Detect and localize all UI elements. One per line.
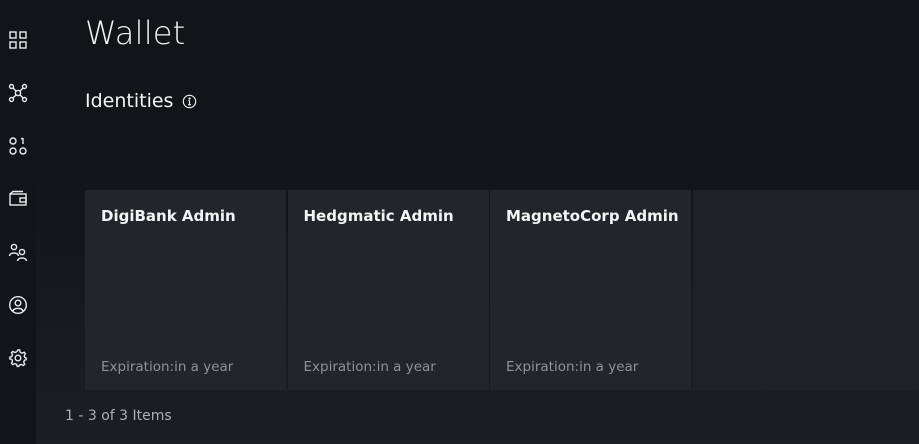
identity-tile-magnetocorp[interactable]: MagnetoCorp Admin Expiration:in a year — [490, 190, 691, 390]
nav-wallet[interactable] — [0, 181, 36, 217]
nav-dashboard[interactable] — [0, 22, 36, 58]
tiles-filler — [692, 190, 919, 390]
sidebar — [0, 0, 36, 444]
identity-name: DigiBank Admin — [101, 207, 236, 225]
identity-expiration: Expiration:in a year — [101, 359, 234, 375]
dashboard-icon — [9, 31, 27, 49]
wallet-icon — [9, 190, 27, 206]
identities-header: Identities — [85, 90, 197, 112]
identity-tile-digibank[interactable]: DigiBank Admin Expiration:in a year — [85, 190, 286, 390]
section-title: Identities — [85, 90, 174, 112]
info-icon[interactable] — [182, 94, 197, 109]
main-content: Wallet Identities DigiBank Admin Expirat… — [36, 0, 919, 444]
identity-name: MagnetoCorp Admin — [506, 207, 679, 225]
network-nodes-icon — [8, 83, 28, 103]
users-icon — [8, 243, 28, 262]
nav-nodes[interactable] — [0, 75, 36, 111]
nav-profile[interactable] — [0, 287, 36, 323]
identity-expiration: Expiration:in a year — [506, 359, 639, 375]
nav-users[interactable] — [0, 234, 36, 270]
settings-icon — [9, 349, 27, 368]
pagination-text: 1 - 3 of 3 Items — [65, 408, 172, 424]
identity-name: Hedgmatic Admin — [303, 207, 454, 225]
nav-smart-contracts[interactable] — [0, 128, 36, 164]
identity-tiles: DigiBank Admin Expiration:in a year Hedg… — [85, 190, 919, 390]
user-profile-icon — [8, 295, 28, 315]
smart-contracts-icon — [9, 137, 27, 155]
identity-expiration: Expiration:in a year — [303, 359, 436, 375]
identity-tile-hedgmatic[interactable]: Hedgmatic Admin Expiration:in a year — [287, 190, 489, 390]
page-title: Wallet — [85, 14, 186, 52]
nav-settings[interactable] — [0, 340, 36, 376]
